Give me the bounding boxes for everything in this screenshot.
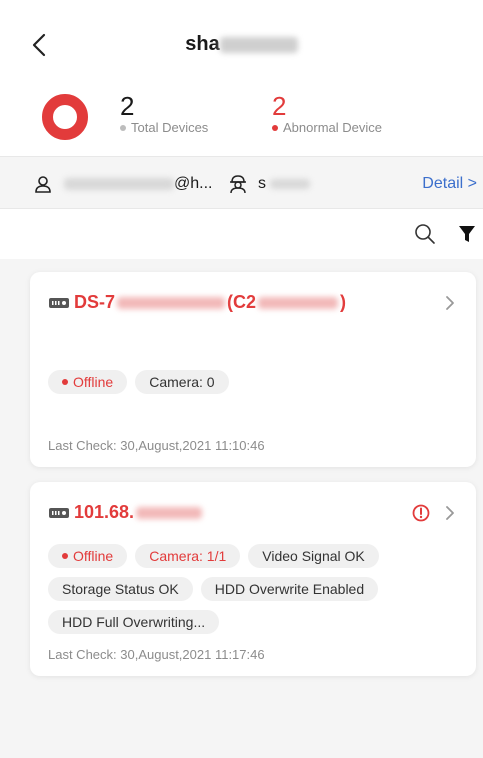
camera-count-badge: Camera: 1/1 xyxy=(135,544,241,568)
offline-badge: Offline xyxy=(48,370,128,394)
video-signal-badge: Video Signal OK xyxy=(248,544,379,568)
installer-info: s xyxy=(228,157,310,210)
chevron-right-icon[interactable] xyxy=(442,504,458,522)
list-toolbar xyxy=(0,209,483,259)
abnormal-devices-stat[interactable]: 2 Abnormal Device xyxy=(272,92,382,135)
account-info: @h... xyxy=(34,157,212,210)
total-devices-stat: 2 Total Devices xyxy=(120,92,208,135)
offline-badge: Offline xyxy=(48,544,128,568)
device-card[interactable]: 101.68. Offline Camera: 1/1 Video Signal… xyxy=(30,482,476,676)
total-devices-label: Total Devices xyxy=(131,120,209,135)
redacted-installer xyxy=(270,178,310,189)
nvr-device-icon xyxy=(49,507,69,518)
account-suffix: @h... xyxy=(174,174,213,192)
device-name[interactable]: 101.68. xyxy=(48,502,203,523)
status-tags: Offline Camera: 0 xyxy=(48,370,458,394)
device-card[interactable]: DS-7 (C2 ) Offline Camera: 0 Last Check:… xyxy=(30,272,476,467)
redacted-title xyxy=(219,36,298,53)
total-dot-icon xyxy=(120,124,126,131)
installer-prefix: s xyxy=(258,174,266,192)
abnormal-dot-icon xyxy=(272,124,278,131)
device-name[interactable]: DS-7 (C2 ) xyxy=(48,292,346,313)
last-check-time: Last Check: 30,August,2021 11:17:46 xyxy=(48,647,265,662)
search-icon[interactable] xyxy=(414,223,436,245)
device-name-prefix: 101.68. xyxy=(74,502,135,522)
redacted-account xyxy=(64,177,174,190)
hdd-overwrite-badge: HDD Overwrite Enabled xyxy=(200,577,379,601)
device-name-prefix: DS-7 xyxy=(74,292,116,312)
redacted-device-name xyxy=(117,296,226,309)
last-check-time: Last Check: 30,August,2021 11:10:46 xyxy=(48,438,265,453)
device-name-end: ) xyxy=(340,292,347,312)
storage-status-badge: Storage Status OK xyxy=(48,577,193,601)
page-title-text: sha xyxy=(185,33,220,55)
redacted-device-ip xyxy=(136,506,203,519)
warning-icon[interactable] xyxy=(412,504,430,522)
nvr-device-icon xyxy=(49,297,69,308)
redacted-device-serial xyxy=(258,296,339,309)
total-devices-count: 2 xyxy=(120,91,135,121)
device-summary: 2 Total Devices 2 Abnormal Device xyxy=(0,90,483,156)
abnormal-devices-label: Abnormal Device xyxy=(283,120,382,135)
user-icon xyxy=(35,175,51,193)
header: sha xyxy=(0,0,483,90)
hdd-full-overwriting-badge: HDD Full Overwriting... xyxy=(48,610,220,634)
filter-icon[interactable] xyxy=(458,224,476,244)
account-info-bar: @h... s Detail > xyxy=(0,156,483,209)
status-tags: Offline Camera: 1/1 Video Signal OK Stor… xyxy=(48,544,458,634)
page-title: sha xyxy=(0,33,483,56)
device-name-model: (C2 xyxy=(227,292,257,312)
camera-count-badge: Camera: 0 xyxy=(135,370,229,394)
chevron-right-icon[interactable] xyxy=(442,294,458,312)
installer-icon xyxy=(230,174,246,193)
detail-link[interactable]: Detail > xyxy=(422,157,477,210)
status-ring xyxy=(42,94,88,140)
abnormal-devices-count: 2 xyxy=(272,91,287,121)
